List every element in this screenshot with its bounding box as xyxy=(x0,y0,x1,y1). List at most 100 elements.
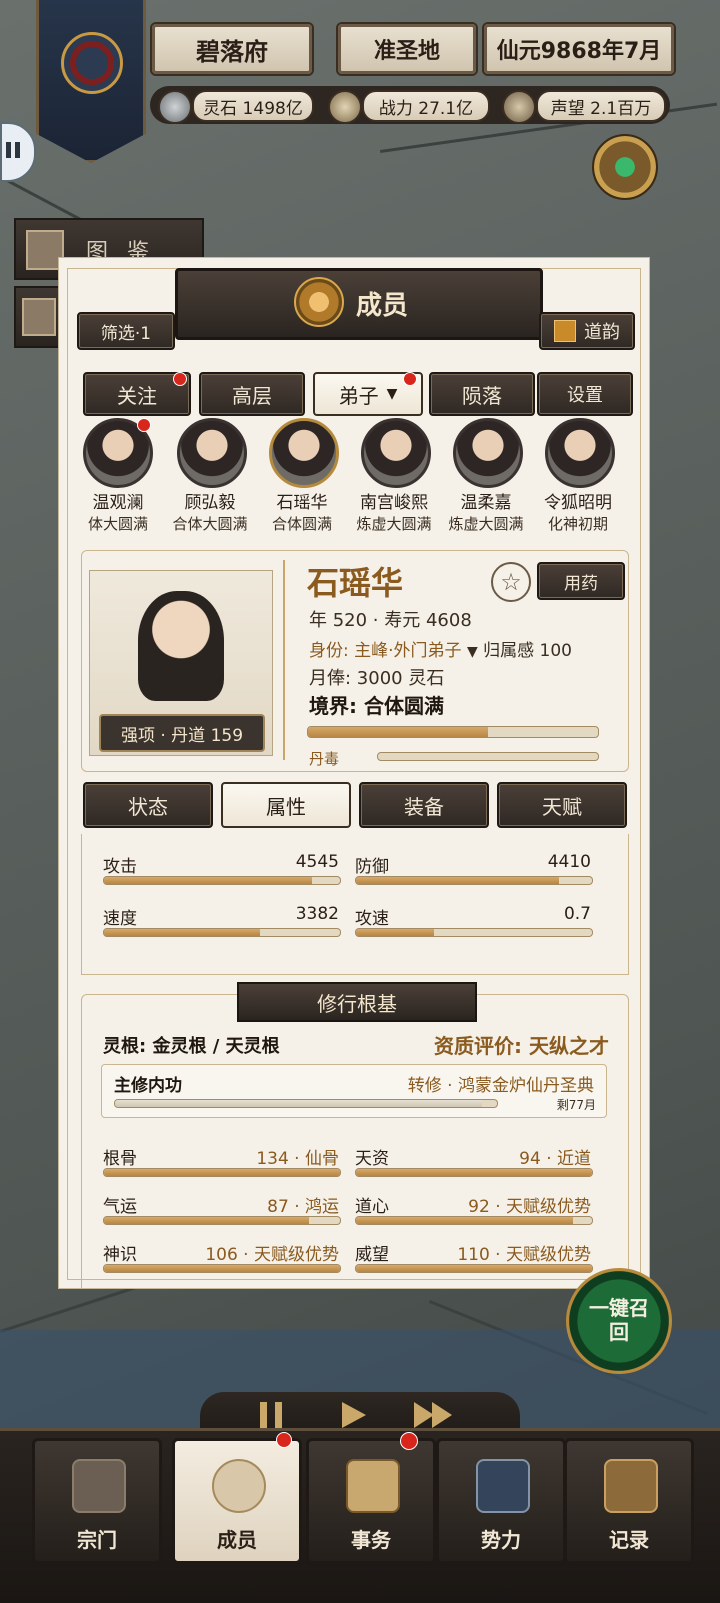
attr-label: 攻速 xyxy=(355,909,389,929)
foundation-title: 修行根基 xyxy=(237,982,477,1022)
identity-dropdown-icon[interactable]: ▼ xyxy=(467,644,478,660)
attr-bar xyxy=(355,928,593,937)
dropdown-arrow-icon: ▼ xyxy=(386,386,398,402)
spirit-root: 灵根: 金灵根 / 天灵根 xyxy=(103,1036,280,1057)
identity-label: 身份: xyxy=(309,641,355,661)
settings-gear-icon[interactable] xyxy=(592,134,658,200)
stat-label: 道心 xyxy=(355,1197,389,1217)
nav-members[interactable]: 成员 xyxy=(172,1438,302,1564)
panel-title-bar: 成员 xyxy=(175,268,543,340)
nav-factions[interactable]: 势力 xyxy=(436,1438,566,1564)
tab-fallen[interactable]: 陨落 xyxy=(429,372,535,416)
dao-rhyme-label: 道韵 xyxy=(584,322,620,343)
reputation-value: 声望 2.1百万 xyxy=(536,90,666,122)
member-portrait-icon xyxy=(212,1459,266,1513)
attr-value: 0.7 xyxy=(563,904,591,924)
sword-icon xyxy=(328,90,362,124)
member-card[interactable]: 温柔嘉 炼虚大圆满 xyxy=(441,418,531,534)
attr-label: 攻击 xyxy=(103,857,137,877)
tab-attributes[interactable]: 属性 xyxy=(221,782,351,828)
identity-row: 身份: 主峰·外门弟子 ▼ 归属感 100 xyxy=(309,636,572,661)
tab-elders[interactable]: 高层 xyxy=(199,372,305,416)
stat-bar xyxy=(103,1216,341,1225)
nav-affairs[interactable]: 事务 xyxy=(306,1438,436,1564)
nav-label: 事务 xyxy=(351,1528,391,1552)
foundation-stat: 天资 94 · 近道 xyxy=(355,1144,591,1169)
tab-status[interactable]: 状态 xyxy=(83,782,213,828)
member-realm: 合体大圆满 xyxy=(172,515,248,533)
member-name: 石瑶华 xyxy=(276,493,328,513)
member-name: 令狐昭明 xyxy=(544,493,612,513)
member-card[interactable]: 顾弘毅 合体大圆满 xyxy=(165,418,255,534)
sect-banner[interactable] xyxy=(36,0,146,163)
strength-badge: 强项 · 丹道 159 xyxy=(99,714,265,752)
pause-icon[interactable] xyxy=(260,1402,282,1428)
yin-yang-emblem-icon xyxy=(61,32,123,94)
tab-talent[interactable]: 天赋 xyxy=(497,782,627,828)
member-card[interactable]: 南宫峻熙 炼虚大圆满 xyxy=(349,418,439,534)
identity-value[interactable]: 主峰·外门弟子 xyxy=(354,641,461,661)
member-name: 温观澜 xyxy=(92,493,144,513)
stat-bar xyxy=(103,1168,341,1177)
notification-dot xyxy=(400,1432,418,1450)
recall-all-button[interactable]: 一键召回 xyxy=(566,1268,672,1374)
avatar xyxy=(361,418,431,488)
realm-label: 境界: 合体圆满 xyxy=(309,694,444,718)
attr-defense: 防御 4410 xyxy=(355,852,591,877)
combat-power-value: 战力 27.1亿 xyxy=(362,90,490,122)
book-icon xyxy=(604,1459,658,1513)
tab-disciples-label: 弟子 xyxy=(338,383,379,408)
cultivation-progress-bar xyxy=(307,726,599,738)
member-realm: 炼虚大圆满 xyxy=(448,515,524,533)
scroll-icon xyxy=(346,1459,400,1513)
avatar xyxy=(177,418,247,488)
tab-equipment[interactable]: 装备 xyxy=(359,782,489,828)
attr-attack-speed: 攻速 0.7 xyxy=(355,904,591,929)
side-tab-2[interactable] xyxy=(14,286,64,348)
stat-value: 106 · 天赋级优势 xyxy=(205,1245,339,1265)
stat-value: 87 · 鸿运 xyxy=(267,1197,339,1217)
use-medicine-button[interactable]: 用药 xyxy=(537,562,625,600)
portrait-figure xyxy=(138,591,224,701)
member-card[interactable]: 温观澜 体大圆满 xyxy=(73,418,163,534)
attr-bar xyxy=(355,876,593,885)
attr-value: 4545 xyxy=(295,852,339,872)
stat-label: 根骨 xyxy=(103,1149,137,1169)
member-realm: 炼虚大圆满 xyxy=(356,515,432,533)
member-card-selected[interactable]: 石瑶华 合体圆满 xyxy=(257,418,347,534)
foundation-stat: 根骨 134 · 仙骨 xyxy=(103,1144,339,1169)
tab-settings[interactable]: 设置 xyxy=(537,372,633,416)
nav-label: 宗门 xyxy=(77,1528,117,1552)
member-card[interactable]: 令狐昭明 化神初期 xyxy=(533,418,623,534)
fast-forward-icon[interactable] xyxy=(414,1402,454,1428)
stat-value: 134 · 仙骨 xyxy=(256,1149,339,1169)
game-date: 仙元9868年7月 xyxy=(482,22,676,76)
member-name: 南宫峻熙 xyxy=(360,493,428,513)
avatar xyxy=(453,418,523,488)
main-art-box[interactable]: 主修内功 转修 · 鸿蒙金炉仙丹圣典 剩77月 xyxy=(101,1064,607,1118)
member-list: 温观澜 体大圆满 顾弘毅 合体大圆满 石瑶华 合体圆满 南宫峻熙 炼虚大圆满 温… xyxy=(73,418,635,548)
filter-button[interactable]: 筛选·1 xyxy=(77,312,175,350)
nav-label: 记录 xyxy=(609,1528,649,1552)
member-portrait-icon xyxy=(294,277,344,327)
stat-bar xyxy=(355,1168,593,1177)
notification-dot xyxy=(173,372,187,386)
nav-sect[interactable]: 宗门 xyxy=(32,1438,162,1564)
attr-speed: 速度 3382 xyxy=(103,904,339,929)
spirit-stone-value: 灵石 1498亿 xyxy=(192,90,314,122)
favorite-star-icon[interactable]: ☆ xyxy=(491,562,531,602)
play-icon[interactable] xyxy=(342,1402,366,1428)
attr-label: 速度 xyxy=(103,909,137,929)
dao-rhyme-button[interactable]: 道韵 xyxy=(539,312,635,350)
belonging-value: 归属感 100 xyxy=(483,641,572,661)
foundation-stat: 气运 87 · 鸿运 xyxy=(103,1192,339,1217)
avatar xyxy=(269,418,339,488)
nav-records[interactable]: 记录 xyxy=(564,1438,694,1564)
divider xyxy=(283,560,285,760)
member-name-heading: 石瑶华 xyxy=(307,564,404,602)
stat-bar xyxy=(103,1264,341,1273)
notification-dot xyxy=(403,372,417,386)
remaining-months: 剩77月 xyxy=(556,1098,596,1112)
foundation-stat: 道心 92 · 天赋级优势 xyxy=(355,1192,591,1217)
stat-label: 天资 xyxy=(355,1149,389,1169)
